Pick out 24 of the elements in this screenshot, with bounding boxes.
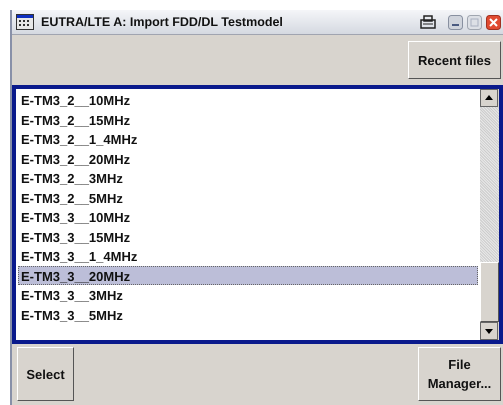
list-item[interactable]: E-TM3_2__20MHz: [18, 148, 478, 168]
list-item[interactable]: E-TM3_2__15MHz: [18, 110, 478, 129]
list-item[interactable]: E-TM3_2__3MHz: [18, 168, 478, 188]
list-item[interactable]: E-TM3_3__10MHz: [18, 207, 478, 226]
scroll-up-icon[interactable]: [480, 89, 498, 107]
close-icon[interactable]: [486, 14, 501, 30]
minimize-icon[interactable]: [448, 14, 463, 30]
scrollbar[interactable]: [480, 89, 499, 340]
file-manager-button[interactable]: File Manager...: [418, 347, 501, 401]
window-icon: [16, 14, 34, 30]
select-button[interactable]: Select: [17, 347, 74, 401]
list-item[interactable]: E-TM3_3__1_4MHz: [18, 246, 478, 266]
recent-files-button[interactable]: Recent files: [408, 41, 501, 79]
list-item[interactable]: E-TM3_2__1_4MHz: [18, 129, 478, 148]
list-item[interactable]: E-TM3_2__10MHz: [18, 90, 478, 110]
printer-icon[interactable]: [420, 15, 436, 29]
list-item[interactable]: E-TM3_3__5MHz: [18, 304, 478, 324]
window-title: EUTRA/LTE A: Import FDD/DL Testmodel: [41, 15, 284, 29]
list-item[interactable]: E-TM3_2__5MHz: [18, 188, 478, 207]
list-item[interactable]: E-TM3_3__20MHz: [18, 266, 478, 285]
list-item[interactable]: E-TM3_3__15MHz: [18, 226, 478, 246]
scroll-down-icon[interactable]: [480, 322, 498, 340]
list-item[interactable]: E-TM3_3__3MHz: [18, 285, 478, 304]
scroll-thumb[interactable]: [480, 262, 499, 322]
